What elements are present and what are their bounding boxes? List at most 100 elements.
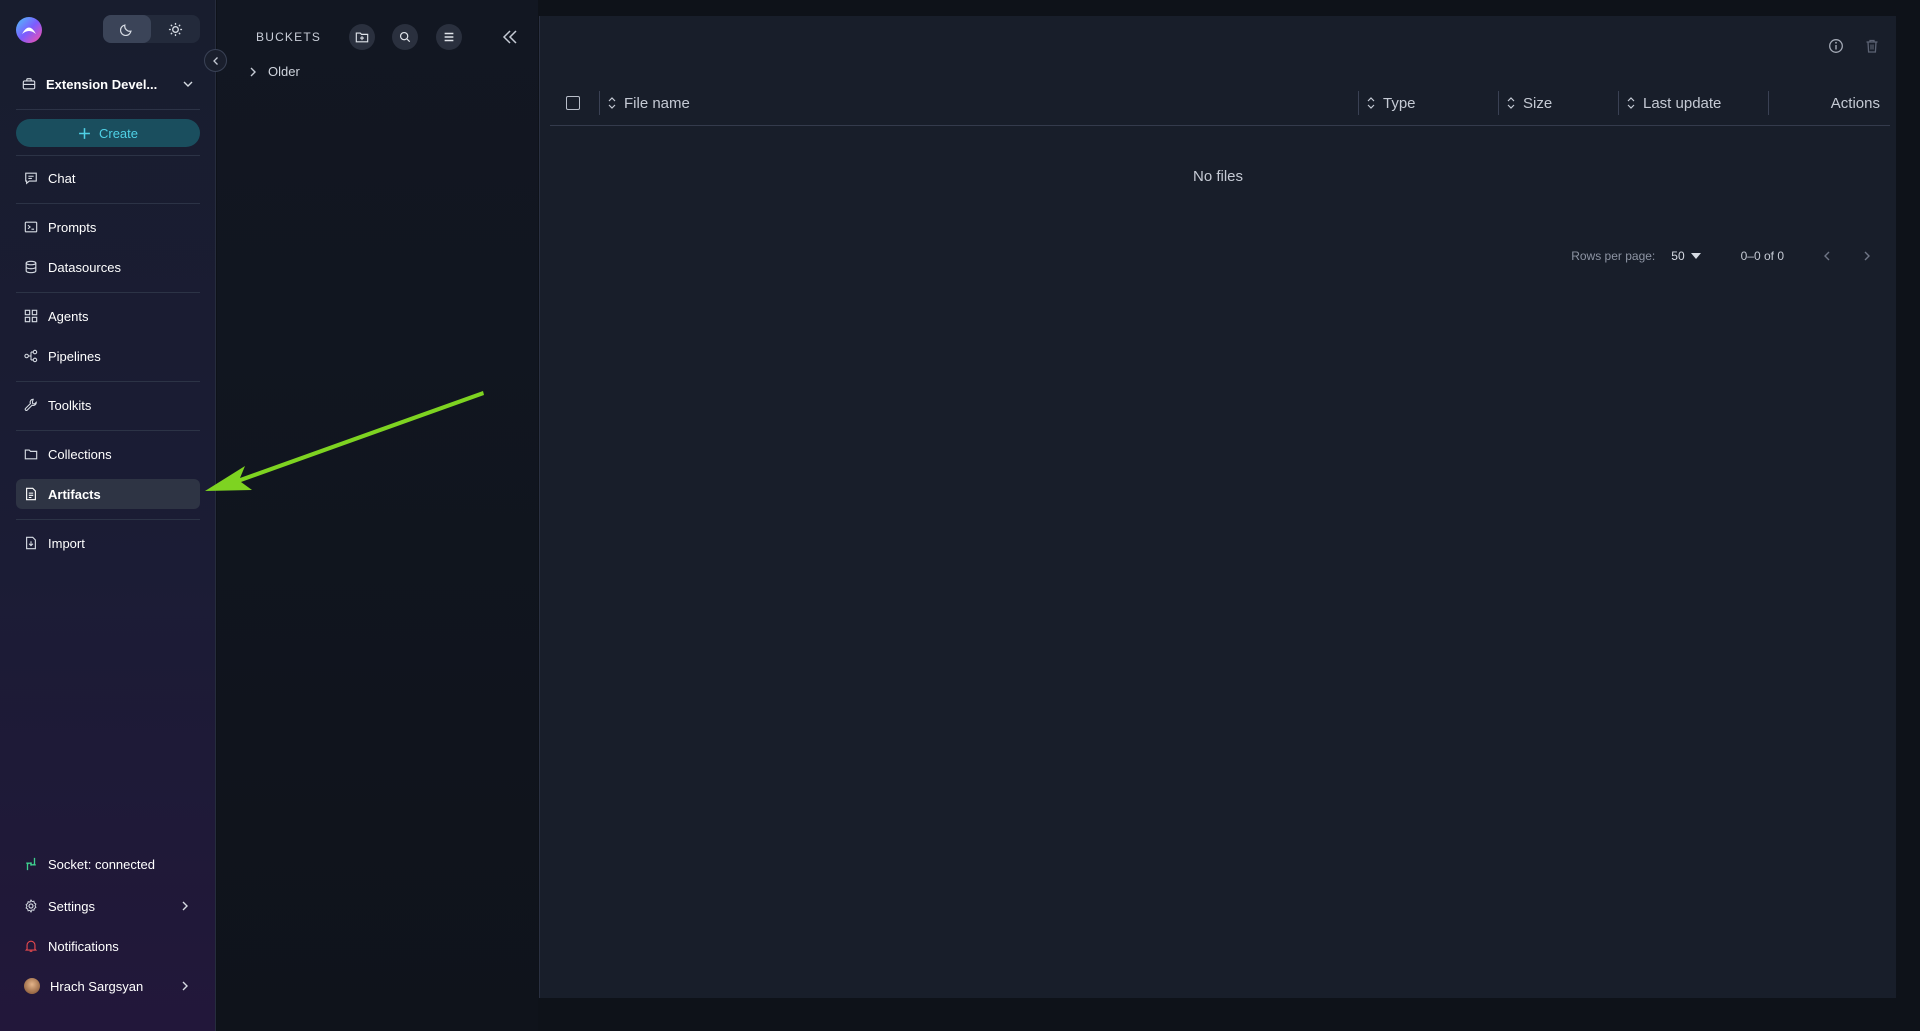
column-header-actions: Actions <box>1831 80 1880 126</box>
chevron-left-icon <box>212 56 218 65</box>
grid-icon <box>24 309 38 323</box>
sidebar-item-toolkits[interactable]: Toolkits <box>16 390 200 420</box>
divider <box>16 519 200 520</box>
user-profile[interactable]: Hrach Sargsyan <box>16 971 200 1001</box>
light-mode-button[interactable] <box>151 15 199 43</box>
top-actions <box>1828 38 1880 54</box>
divider <box>16 109 200 110</box>
sidebar-item-label: Settings <box>48 898 95 914</box>
create-button[interactable]: Create <box>16 119 200 147</box>
sidebar-item-label: Notifications <box>48 938 119 954</box>
project-name: Extension Devel... <box>46 76 158 92</box>
info-icon[interactable] <box>1828 38 1844 54</box>
briefcase-icon <box>22 77 36 91</box>
sidebar-item-prompts[interactable]: Prompts <box>16 212 200 242</box>
theme-toggle <box>103 15 200 43</box>
trash-icon[interactable] <box>1864 38 1880 54</box>
bell-icon <box>24 939 38 953</box>
bucket-item[interactable]: Older <box>248 64 300 79</box>
database-icon <box>24 260 38 274</box>
double-chevron-left-icon[interactable] <box>500 27 520 47</box>
column-header-label: Actions <box>1830 94 1880 112</box>
buckets-panel: BUCKETS Older <box>217 0 538 1031</box>
caret-down-icon <box>1690 253 1701 259</box>
pagination: Rows per page: 50 0–0 of 0 <box>1571 247 1876 265</box>
wrench-icon <box>24 398 38 412</box>
divider <box>16 155 200 156</box>
project-selector[interactable]: Extension Devel... <box>22 71 194 97</box>
gear-icon <box>24 899 38 913</box>
sidebar-item-artifacts[interactable]: Artifacts <box>16 479 200 509</box>
sidebar-item-collections[interactable]: Collections <box>16 439 200 469</box>
column-separator <box>1618 91 1619 115</box>
sun-icon <box>168 22 182 36</box>
sidebar-item-notifications[interactable]: Notifications <box>16 931 200 961</box>
empty-state-message: No files <box>1192 168 1244 185</box>
pipeline-icon <box>24 349 38 363</box>
chevron-right-icon <box>182 981 188 991</box>
table-header: File name Type Size Last update Actions <box>550 80 1890 126</box>
dark-mode-button[interactable] <box>103 15 151 43</box>
sidebar-item-label: Import <box>48 535 85 551</box>
sidebar-item-chat[interactable]: Chat <box>16 163 200 193</box>
list-icon <box>444 32 454 42</box>
terminal-icon <box>24 220 38 234</box>
sidebar-item-label: Prompts <box>48 219 97 235</box>
next-page-button[interactable] <box>1858 247 1876 265</box>
column-header-label: Size <box>1523 94 1553 112</box>
column-separator <box>1498 91 1499 115</box>
sidebar-item-datasources[interactable]: Datasources <box>16 252 200 282</box>
column-header-label: Type <box>1383 94 1416 112</box>
folder-plus-icon <box>355 32 369 43</box>
column-header-label: File name <box>624 94 690 112</box>
sidebar-item-pipelines[interactable]: Pipelines <box>16 341 200 371</box>
chevron-right-icon <box>182 901 188 911</box>
bucket-item-label: Older <box>268 64 300 79</box>
sidebar: Extension Devel... Create Chat Prompts D… <box>0 0 216 1031</box>
sidebar-item-label: Collections <box>48 446 112 462</box>
divider <box>16 381 200 382</box>
select-all-checkbox[interactable] <box>566 96 580 110</box>
socket-connected-icon <box>24 857 38 871</box>
user-name: Hrach Sargsyan <box>50 978 144 994</box>
column-header-size[interactable]: Size <box>1507 80 1552 126</box>
sidebar-item-settings[interactable]: Settings <box>16 891 200 921</box>
folder-icon <box>24 447 38 461</box>
column-separator <box>599 91 600 115</box>
create-button-label: Create <box>98 125 139 141</box>
sidebar-item-agents[interactable]: Agents <box>16 301 200 331</box>
sidebar-item-import[interactable]: Import <box>16 528 200 558</box>
plus-icon <box>79 127 90 139</box>
sidebar-item-label: Artifacts <box>48 486 101 502</box>
column-header-label: Last update <box>1643 94 1722 112</box>
search-buckets-button[interactable] <box>392 24 418 50</box>
sort-icon <box>1367 97 1375 109</box>
column-header-last-update[interactable]: Last update <box>1627 80 1721 126</box>
app-logo[interactable] <box>14 15 44 45</box>
files-table-panel: File name Type Size Last update Actions … <box>539 16 1896 998</box>
sort-icon <box>608 97 616 109</box>
column-separator <box>1358 91 1359 115</box>
chevron-right-icon <box>1864 251 1870 261</box>
socket-status-label: Socket: connected <box>48 856 155 872</box>
search-icon <box>399 31 411 43</box>
select-all-cell <box>566 80 580 126</box>
sidebar-item-label: Datasources <box>48 259 121 275</box>
sidebar-item-label: Chat <box>48 170 76 186</box>
rows-per-page-select[interactable]: 50 <box>1671 249 1701 263</box>
list-view-button[interactable] <box>436 24 462 50</box>
sort-icon <box>1627 97 1635 109</box>
create-bucket-button[interactable] <box>349 24 375 50</box>
previous-page-button[interactable] <box>1818 247 1836 265</box>
collapse-sidebar-button[interactable] <box>204 49 227 72</box>
column-separator <box>1768 91 1769 115</box>
rows-per-page-label: Rows per page: <box>1571 249 1656 263</box>
sort-icon <box>1507 97 1515 109</box>
socket-status: Socket: connected <box>16 849 200 879</box>
column-header-type[interactable]: Type <box>1367 80 1416 126</box>
avatar <box>24 978 40 994</box>
sidebar-item-label: Agents <box>48 308 89 324</box>
column-header-file-name[interactable]: File name <box>608 80 690 126</box>
artifact-icon <box>24 487 38 501</box>
chevron-down-icon <box>183 81 193 87</box>
